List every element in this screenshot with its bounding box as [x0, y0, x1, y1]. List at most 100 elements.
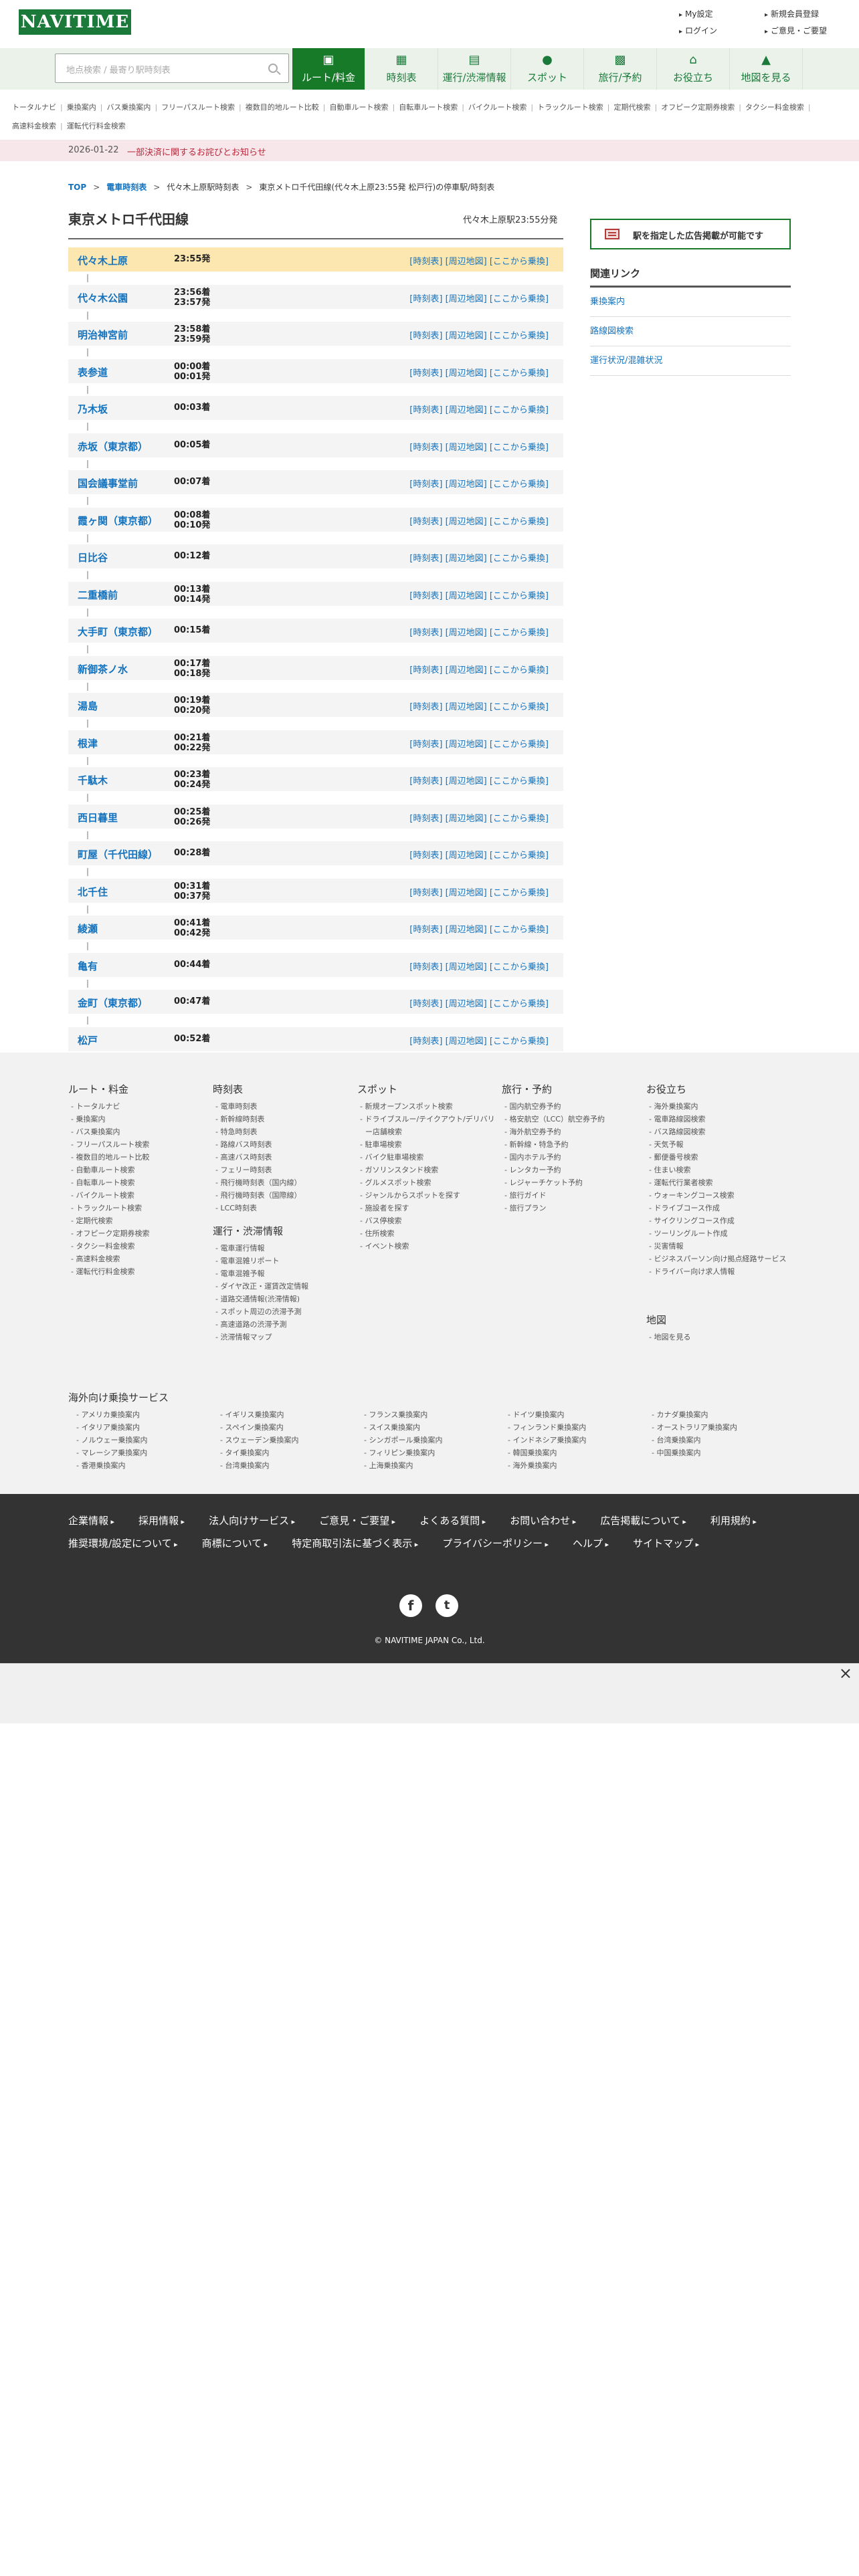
twitter-icon[interactable]: t [436, 1594, 458, 1617]
footer-link[interactable]: 住所検索 [357, 1227, 498, 1240]
station-action-links[interactable]: [時刻表] [周辺地図] [ここから乗換] [409, 996, 549, 1009]
footer-link[interactable]: 新規オープンスポット検索 [357, 1100, 498, 1113]
sub-link[interactable]: 定期代検索 [613, 98, 650, 117]
station-action-links[interactable]: [時刻表] [周辺地図] [ここから乗換] [409, 737, 549, 750]
footer-link[interactable]: レンタカー予約 [502, 1164, 642, 1176]
footer-link[interactable]: 旅行プラン [502, 1202, 642, 1214]
footer-bottom-link[interactable]: 商標について [202, 1533, 268, 1555]
footer-link[interactable]: 自動車ルート検索 [68, 1164, 209, 1176]
footer-link[interactable]: ツーリングルート作成 [646, 1227, 787, 1240]
footer-link[interactable]: 複数目的地ルート比較 [68, 1151, 209, 1164]
footer-bottom-link[interactable]: 採用情報 [138, 1510, 185, 1533]
overseas-link[interactable]: ドイツ乗換案内 [500, 1408, 644, 1421]
footer-link[interactable]: 国内ホテル予約 [502, 1151, 642, 1164]
close-icon[interactable]: × [839, 1665, 852, 1681]
footer-link[interactable]: LCC時刻表 [213, 1202, 353, 1214]
station-action-links[interactable]: [時刻表] [周辺地図] [ここから乗換] [409, 254, 549, 267]
station-name-link[interactable]: 赤坂（東京都） [78, 439, 148, 453]
overseas-link[interactable]: オーストラリア乗換案内 [644, 1421, 787, 1434]
footer-link[interactable]: 高速バス時刻表 [213, 1151, 353, 1164]
facebook-icon[interactable]: f [399, 1594, 422, 1617]
station-name-link[interactable]: 代々木上原 [78, 253, 128, 267]
station-name-link[interactable]: 西日暮里 [78, 811, 118, 825]
overseas-link[interactable]: 海外乗換案内 [500, 1459, 644, 1472]
sub-link[interactable]: フリーパスルート検索 [161, 98, 235, 117]
notice-link[interactable]: 一部決済に関するお詫びとお知らせ [127, 145, 266, 158]
station-name-link[interactable]: 町屋（千代田線） [78, 847, 158, 861]
station-action-links[interactable]: [時刻表] [周辺地図] [ここから乗換] [409, 848, 549, 861]
footer-link[interactable]: 運転代行料金検索 [68, 1265, 209, 1278]
related-link-transfer[interactable]: 乗換案内 [590, 288, 791, 317]
footer-link[interactable]: ジャンルからスポットを探す [357, 1189, 498, 1202]
overseas-link[interactable]: 台湾乗換案内 [644, 1434, 787, 1446]
tab-route[interactable]: ▣ ルート/料金 [292, 48, 365, 90]
station-action-links[interactable]: [時刻表] [周辺地図] [ここから乗換] [409, 366, 549, 379]
footer-link[interactable]: ドライブコース作成 [646, 1202, 787, 1214]
footer-link[interactable]: 飛行機時刻表（国際線） [213, 1189, 353, 1202]
footer-bottom-link[interactable]: 特定商取引法に基づく表示 [292, 1533, 418, 1555]
footer-link[interactable]: ガソリンスタンド検索 [357, 1164, 498, 1176]
footer-bottom-link[interactable]: サイトマップ [633, 1533, 699, 1555]
footer-link[interactable]: バイク駐車場検索 [357, 1151, 498, 1164]
footer-link[interactable]: 地図を見る [646, 1331, 787, 1344]
station-name-link[interactable]: 乃木坂 [78, 402, 108, 416]
footer-bottom-link[interactable]: 利用規約 [710, 1510, 757, 1533]
sub-link[interactable]: トラックルート検索 [537, 98, 603, 117]
sub-link[interactable]: オフピーク定期券検索 [661, 98, 735, 117]
my-settings-link[interactable]: My設定 [679, 8, 765, 19]
footer-bottom-link[interactable]: よくある質問 [419, 1510, 486, 1533]
footer-bottom-link[interactable]: 広告掲載について [600, 1510, 686, 1533]
breadcrumb-top[interactable]: TOP [68, 183, 86, 192]
footer-link[interactable]: ビジネスパーソン向け拠点経路サービス [646, 1253, 787, 1265]
footer-link[interactable]: 電車混雑予報 [213, 1267, 353, 1280]
station-name-link[interactable]: 代々木公園 [78, 291, 128, 305]
overseas-link[interactable]: カナダ乗換案内 [644, 1408, 787, 1421]
related-link-route-map[interactable]: 路線図検索 [590, 317, 791, 346]
footer-link[interactable]: 施設者を探す [357, 1202, 498, 1214]
sub-link[interactable]: バス乗換案内 [106, 98, 151, 117]
footer-link[interactable]: グルメスポット検索 [357, 1176, 498, 1189]
station-action-links[interactable]: [時刻表] [周辺地図] [ここから乗換] [409, 440, 549, 453]
footer-link[interactable]: 定期代検索 [68, 1214, 209, 1227]
footer-link[interactable]: 天気予報 [646, 1138, 787, 1151]
overseas-link[interactable]: シンガポール乗換案内 [356, 1434, 500, 1446]
feedback-link[interactable]: ご意見・ご要望 [765, 25, 838, 36]
overseas-link[interactable]: タイ乗換案内 [212, 1446, 356, 1459]
station-name-link[interactable]: 金町（東京都） [78, 996, 148, 1010]
footer-bottom-link[interactable]: 企業情報 [68, 1510, 114, 1533]
tab-map-person[interactable]: ▲ 地図を見る [730, 48, 803, 90]
station-action-links[interactable]: [時刻表] [周辺地図] [ここから乗換] [409, 885, 549, 898]
footer-link[interactable]: 特急時刻表 [213, 1125, 353, 1138]
footer-bottom-link[interactable]: プライバシーポリシー [442, 1533, 549, 1555]
overseas-link[interactable]: フィリピン乗換案内 [356, 1446, 500, 1459]
station-action-links[interactable]: [時刻表] [周辺地図] [ここから乗換] [409, 551, 549, 564]
overseas-link[interactable]: 上海乗換案内 [356, 1459, 500, 1472]
footer-link[interactable]: 国内航空券予約 [502, 1100, 642, 1113]
footer-link[interactable]: 電車時刻表 [213, 1100, 353, 1113]
station-name-link[interactable]: 新御茶ノ水 [78, 662, 128, 676]
search-input[interactable]: 地点検索 / 最寄り駅時刻表 [55, 53, 289, 83]
footer-link[interactable]: レジャーチケット予約 [502, 1176, 642, 1189]
footer-link[interactable]: 新幹線時刻表 [213, 1113, 353, 1125]
footer-link[interactable]: ドライバー向け求人情報 [646, 1265, 787, 1278]
tab-house[interactable]: ⌂ お役立ち [657, 48, 730, 90]
overseas-link[interactable]: イタリア乗換案内 [68, 1421, 212, 1434]
tab-map-pin[interactable]: ● スポット [511, 48, 584, 90]
station-action-links[interactable]: [時刻表] [周辺地図] [ここから乗換] [409, 1034, 549, 1047]
station-name-link[interactable]: 二重橋前 [78, 588, 118, 602]
footer-link[interactable]: バス乗換案内 [68, 1125, 209, 1138]
related-link-status[interactable]: 運行状況/混雑状況 [590, 346, 791, 376]
footer-bottom-link[interactable]: お問い合わせ [510, 1510, 576, 1533]
overseas-link[interactable]: スイス乗換案内 [356, 1421, 500, 1434]
breadcrumb-train-timetable[interactable]: 電車時刻表 [106, 183, 147, 192]
footer-link[interactable]: 住まい検索 [646, 1164, 787, 1176]
tab-timetable[interactable]: ▦ 時刻表 [365, 48, 438, 90]
footer-link[interactable]: ドライブスルー/テイクアウト/デリバリー店舗検索 [357, 1113, 498, 1138]
station-name-link[interactable]: 亀有 [78, 959, 98, 973]
footer-link[interactable]: サイクリングコース作成 [646, 1214, 787, 1227]
tab-train[interactable]: ▤ 運行/渋滞情報 [438, 48, 511, 90]
sub-link[interactable]: 運転代行料金検索 [67, 117, 126, 136]
station-name-link[interactable]: 湯島 [78, 699, 98, 713]
overseas-link[interactable]: イギリス乗換案内 [212, 1408, 356, 1421]
search-icon[interactable] [268, 64, 278, 73]
